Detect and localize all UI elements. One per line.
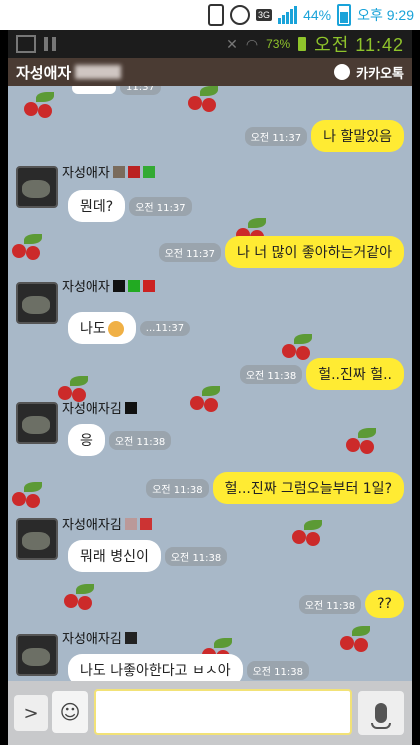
wifi-icon: ◠	[245, 35, 259, 52]
expand-menu-button[interactable]: >	[14, 695, 48, 731]
message-input-bar: > ☺	[8, 681, 412, 745]
message-bubble[interactable]: 헐..진짜 헐..	[306, 358, 404, 390]
message-row: 11:37	[72, 86, 161, 95]
avatar[interactable]	[16, 282, 58, 324]
censor-block	[127, 279, 140, 292]
kakaotalk-logo-icon	[334, 64, 351, 80]
pause-icon	[44, 37, 56, 51]
cherry-icon	[280, 334, 320, 360]
message-time: 오전 11:38	[164, 546, 228, 566]
cherry-icon	[338, 626, 378, 652]
message-bubble[interactable]: 뭔데?	[68, 190, 126, 222]
inner-status-bar: ✕ ◠ 73% 오전 11:42	[8, 30, 412, 58]
avatar[interactable]	[16, 166, 58, 208]
message-row: 나도 ...11:37	[68, 312, 191, 344]
message-bubble[interactable]: 응	[68, 424, 105, 456]
battery-icon	[337, 4, 352, 26]
censor-block	[139, 517, 152, 530]
sender-name: 자성애자	[62, 276, 155, 295]
message-time: 오전 11:37	[158, 242, 221, 262]
cherry-icon	[10, 234, 50, 260]
inner-clock: 오전 11:42	[314, 35, 404, 55]
message-time: 오전 11:38	[146, 478, 209, 498]
censor-block	[124, 631, 137, 644]
microphone-icon	[371, 703, 391, 729]
message-input[interactable]	[94, 689, 352, 735]
title-blur	[75, 65, 122, 79]
cherry-icon	[22, 92, 62, 118]
message-row: 뭔데? 오전 11:37	[68, 190, 192, 222]
sender-name: 자성애자	[62, 162, 155, 181]
cherry-icon	[62, 584, 102, 610]
message-time: 오전 11:38	[298, 594, 362, 614]
clock: 오후 9:29	[357, 7, 414, 23]
message-bubble[interactable]: 나도 나좋아한다고 ㅂㅅ아	[68, 654, 243, 681]
cherry-icon	[290, 520, 330, 546]
alarm-icon	[230, 5, 251, 25]
censor-block	[142, 165, 155, 178]
sender-name: 자성애자김	[62, 628, 137, 647]
message-bubble[interactable]: ??	[365, 590, 404, 618]
sender-name: 자성애자김	[62, 398, 137, 417]
message-row: 오전 11:38 헐..진짜 헐..	[239, 358, 404, 390]
censor-block	[112, 279, 125, 292]
system-status-bar: 3G 44% 오후 9:29	[0, 0, 420, 30]
cherry-icon	[10, 482, 50, 508]
cherry-icon	[186, 86, 226, 112]
avatar[interactable]	[16, 518, 58, 560]
message-bubble[interactable]: 헐...진짜 그럼오늘부터 1일?	[212, 472, 404, 504]
sender-name: 자성애자김	[62, 514, 152, 533]
inner-battery-icon	[298, 37, 307, 51]
message-row: 오전 11:37 나 너 많이 좋아하는거같아	[158, 236, 404, 268]
message-bubble[interactable]: 뭐래 병신이	[68, 540, 161, 572]
message-row: 뭐래 병신이 오전 11:38	[68, 540, 228, 572]
cherry-icon	[344, 428, 384, 454]
avatar[interactable]	[16, 634, 58, 676]
message-time: 오전 11:37	[129, 196, 192, 216]
gallery-icon	[16, 35, 36, 53]
phone-icon	[208, 4, 225, 26]
message-time: ...11:37	[139, 320, 191, 336]
message-bubble[interactable]: 나도	[68, 312, 136, 344]
message-bubble[interactable]	[72, 86, 116, 94]
inner-battery-percent: 73%	[266, 37, 291, 51]
signal-icon	[278, 6, 298, 24]
emoji-face-icon	[107, 321, 124, 337]
battery-percent: 44%	[303, 7, 332, 23]
cherry-icon	[188, 386, 228, 412]
message-time: 오전 11:37	[244, 126, 308, 146]
message-bubble[interactable]: 나 너 많이 좋아하는거같아	[224, 236, 404, 268]
message-row: 나도 나좋아한다고 ㅂㅅ아 오전 11:38	[68, 654, 309, 681]
censor-block	[112, 165, 125, 178]
message-time: 11:37	[120, 86, 161, 95]
censor-block	[142, 279, 155, 292]
chat-title: 자성애자	[16, 63, 72, 82]
mute-icon: ✕	[226, 35, 238, 52]
avatar[interactable]	[16, 402, 58, 444]
censor-block	[124, 517, 137, 530]
network-type: 3G	[256, 9, 273, 21]
message-row: 응 오전 11:38	[68, 424, 172, 456]
message-time: 오전 11:38	[246, 660, 309, 680]
message-row: 오전 11:37 나 할말있음	[244, 120, 404, 152]
voice-button[interactable]	[358, 691, 404, 735]
censor-block	[124, 401, 137, 414]
message-time: 오전 11:38	[239, 364, 303, 384]
message-time: 오전 11:38	[108, 430, 172, 450]
kakaotalk-brand: 카카오톡	[334, 63, 404, 82]
chat-area[interactable]: 11:37 오전 11:37 나 할말있음 자성애자 뭔데? 오전 11:37 …	[8, 86, 412, 681]
chat-title-bar: 자성애자 카카오톡	[8, 58, 412, 86]
censor-block	[127, 165, 140, 178]
emoticon-button[interactable]: ☺	[52, 691, 88, 733]
message-row: 오전 11:38 ??	[298, 590, 404, 618]
message-row: 오전 11:38 헐...진짜 그럼오늘부터 1일?	[146, 472, 404, 504]
message-bubble[interactable]: 나 할말있음	[311, 120, 404, 152]
